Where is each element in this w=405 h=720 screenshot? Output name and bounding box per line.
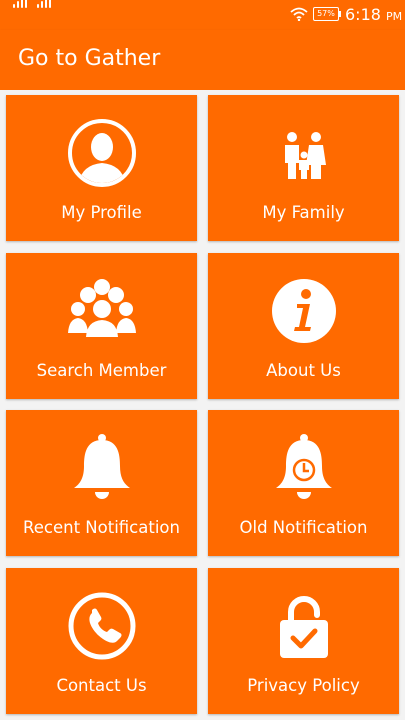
menu-grid: My Profile My Family Search Member About…: [0, 90, 405, 720]
tile-label: My Profile: [61, 203, 142, 222]
tile-label: Contact Us: [56, 676, 147, 695]
my-profile-tile[interactable]: My Profile: [6, 95, 197, 241]
app-bar: Go to Gather: [0, 30, 405, 90]
privacy-policy-tile[interactable]: Privacy Policy: [208, 568, 399, 714]
tile-label: Privacy Policy: [247, 676, 360, 695]
status-bar: 57% 6:18 PM: [0, 0, 405, 30]
recent-notification-tile[interactable]: Recent Notification: [6, 410, 197, 556]
tile-label: Recent Notification: [23, 518, 180, 537]
phone-icon: [68, 592, 135, 660]
old-notification-tile[interactable]: Old Notification: [208, 410, 399, 556]
tile-label: About Us: [266, 361, 341, 380]
lock-check-icon: [279, 596, 328, 658]
time-text: 6:18: [345, 5, 381, 24]
battery-level: 57: [317, 9, 328, 18]
bell-clock-icon: [275, 434, 332, 499]
search-member-tile[interactable]: Search Member: [6, 253, 197, 399]
profile-icon: [67, 119, 136, 187]
tile-label: Search Member: [36, 361, 167, 380]
clock: 6:18 PM: [345, 5, 402, 24]
family-icon: [284, 132, 326, 179]
ampm-text: PM: [386, 10, 403, 23]
contact-us-tile[interactable]: Contact Us: [6, 568, 197, 714]
info-icon: [271, 279, 336, 343]
app-title: Go to Gather: [18, 46, 161, 71]
tile-label: My Family: [262, 203, 345, 222]
my-family-tile[interactable]: My Family: [208, 95, 399, 241]
bell-icon: [73, 434, 130, 499]
tile-label: Old Notification: [239, 518, 368, 537]
battery-icon: 57%: [313, 7, 341, 21]
about-us-tile[interactable]: About Us: [208, 253, 399, 399]
group-icon: [67, 279, 136, 337]
wifi-icon: [290, 7, 308, 21]
